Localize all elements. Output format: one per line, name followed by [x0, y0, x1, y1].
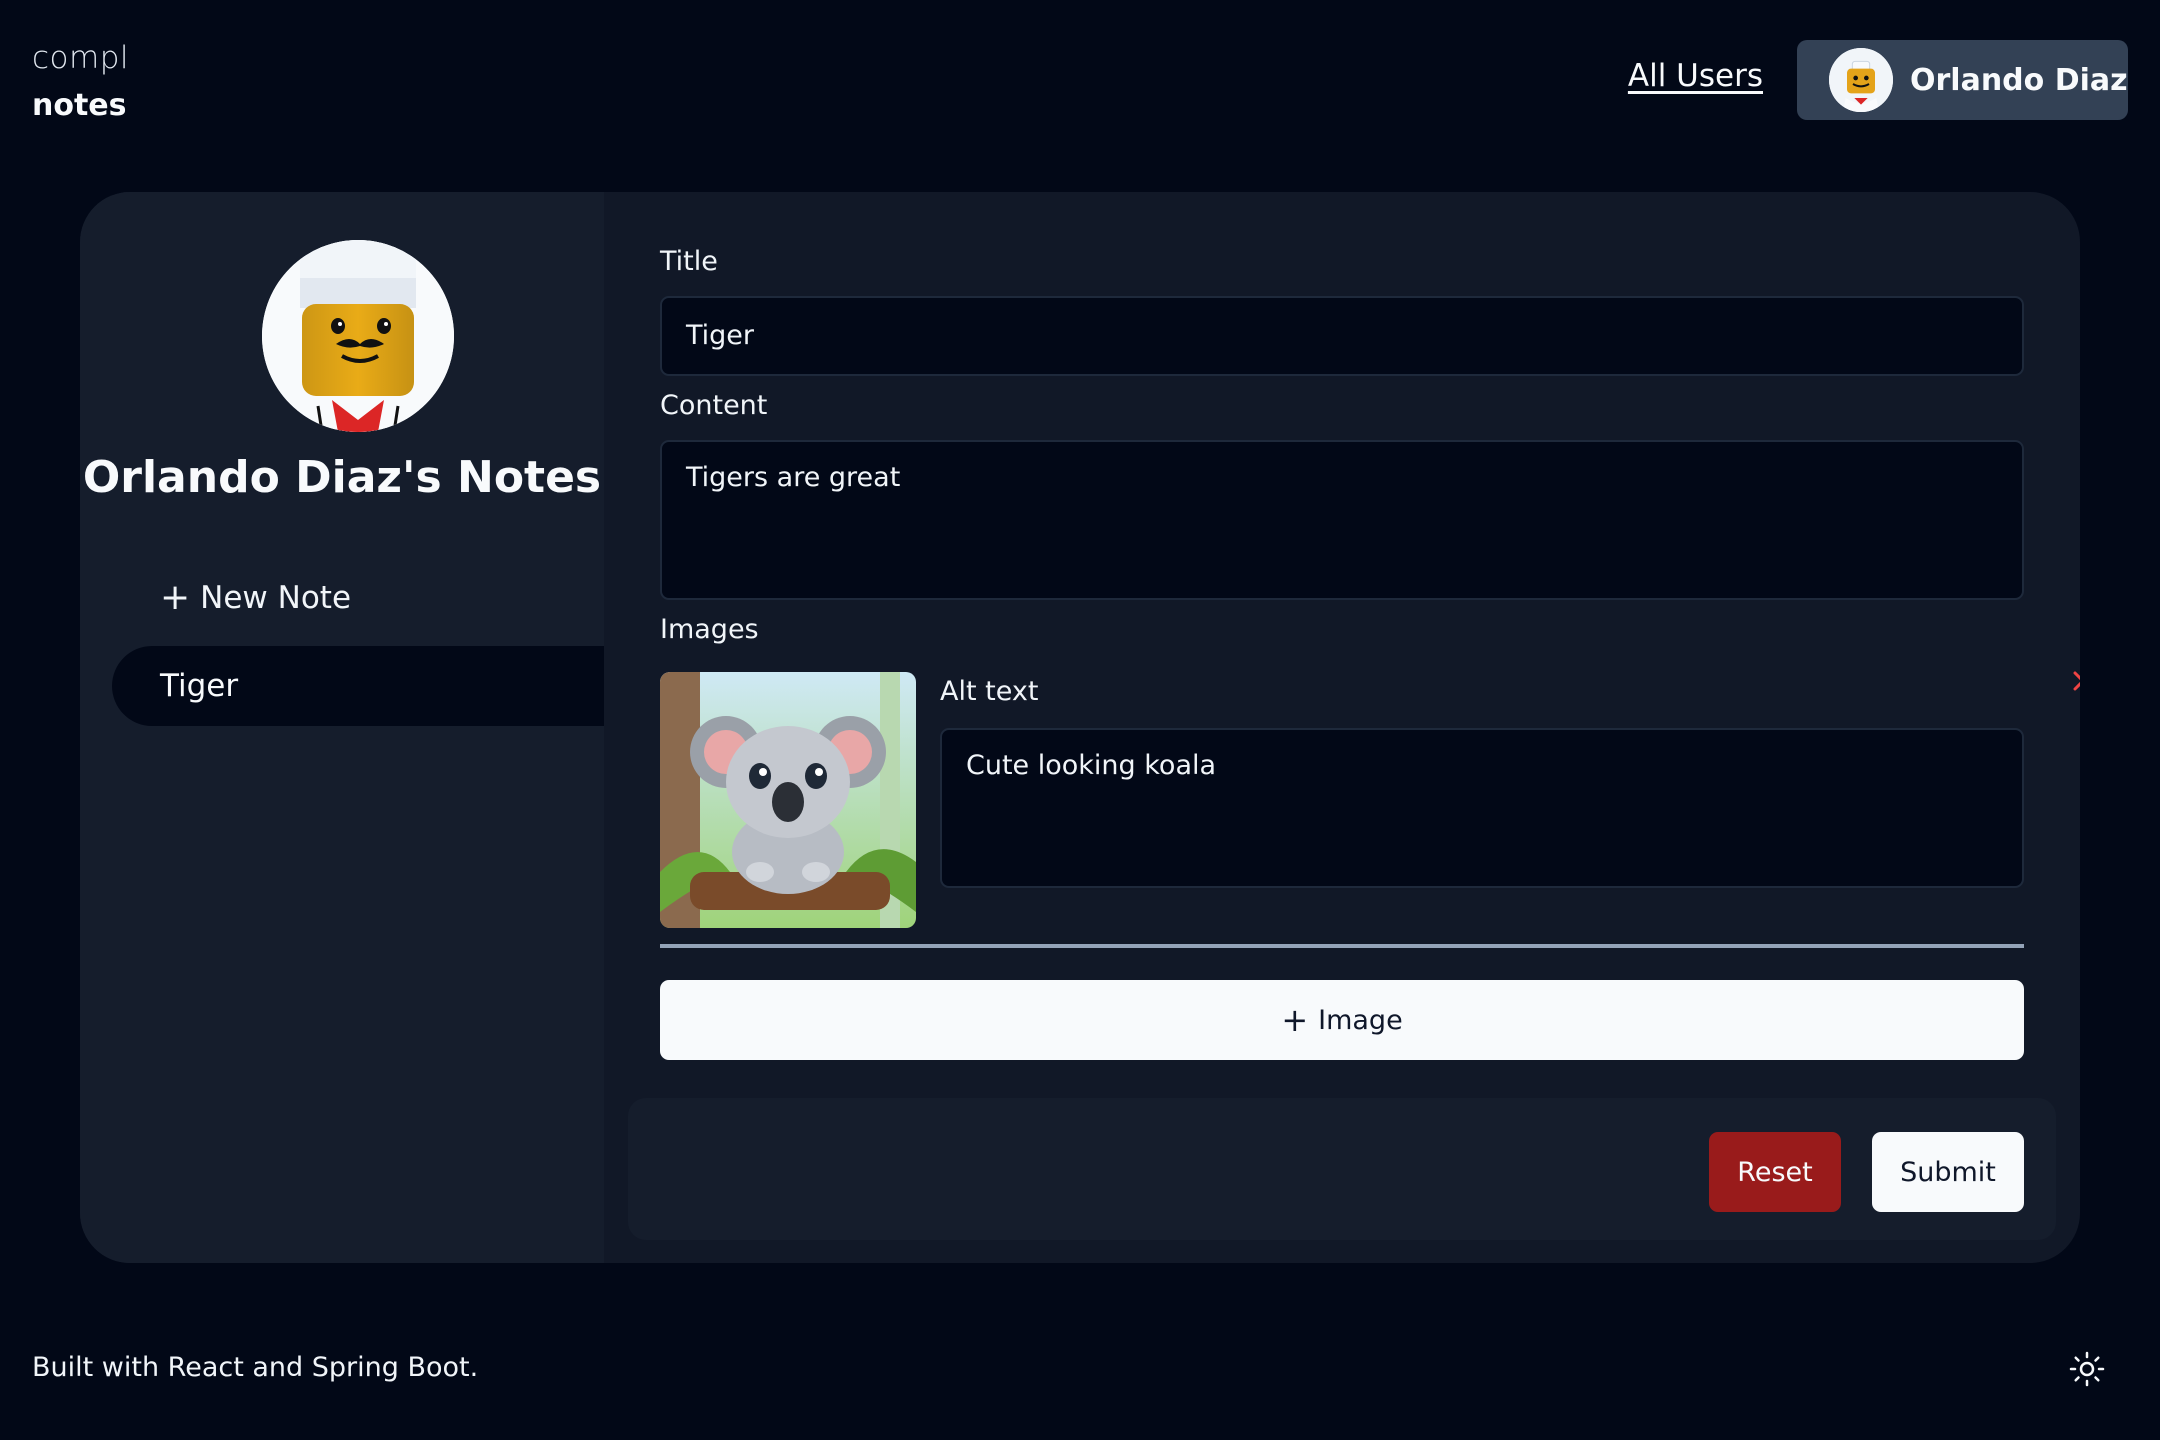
logo-text-top: compl: [32, 40, 129, 76]
images-label: Images: [660, 614, 759, 645]
submit-button[interactable]: Submit: [1872, 1132, 2024, 1212]
notes-card: Orlando Diaz's Notes + New Note Tiger Ti…: [80, 192, 2080, 1263]
user-name: Orlando Diaz: [1910, 62, 2128, 98]
content-label: Content: [660, 390, 768, 421]
note-list-item[interactable]: Tiger: [112, 646, 604, 726]
plus-icon: +: [160, 577, 191, 618]
logo-text-bottom: notes: [32, 88, 127, 123]
new-note-label: New Note: [200, 580, 352, 616]
notes-owner-title: Orlando Diaz's Notes: [82, 452, 602, 503]
add-image-button[interactable]: + Image: [660, 980, 2024, 1060]
add-image-label: Image: [1318, 1004, 1403, 1036]
remove-image-icon[interactable]: [2066, 664, 2080, 698]
sun-icon[interactable]: [2068, 1350, 2106, 1388]
reset-button[interactable]: Reset: [1709, 1132, 1841, 1212]
image-divider: [660, 944, 2024, 948]
alt-text-textarea[interactable]: Cute looking koala: [940, 728, 2024, 888]
title-label: Title: [660, 246, 718, 277]
all-users-link[interactable]: All Users: [1628, 58, 1763, 94]
plus-icon: +: [1281, 1001, 1309, 1039]
content-textarea[interactable]: Tigers are great: [660, 440, 2024, 600]
title-input[interactable]: Tiger: [660, 296, 2024, 376]
user-avatar: [1829, 48, 1893, 112]
new-note-link[interactable]: + New Note: [160, 577, 352, 618]
footer-text: Built with React and Spring Boot.: [32, 1352, 479, 1383]
owner-avatar: [262, 240, 454, 432]
app-logo[interactable]: compl notes: [32, 34, 129, 130]
alt-text-label: Alt text: [940, 676, 1039, 707]
user-profile-button[interactable]: Orlando Diaz: [1797, 40, 2128, 120]
image-preview: [660, 672, 916, 928]
notes-sidebar: Orlando Diaz's Notes + New Note Tiger: [80, 192, 604, 1263]
form-actions-bar: [628, 1098, 2056, 1240]
